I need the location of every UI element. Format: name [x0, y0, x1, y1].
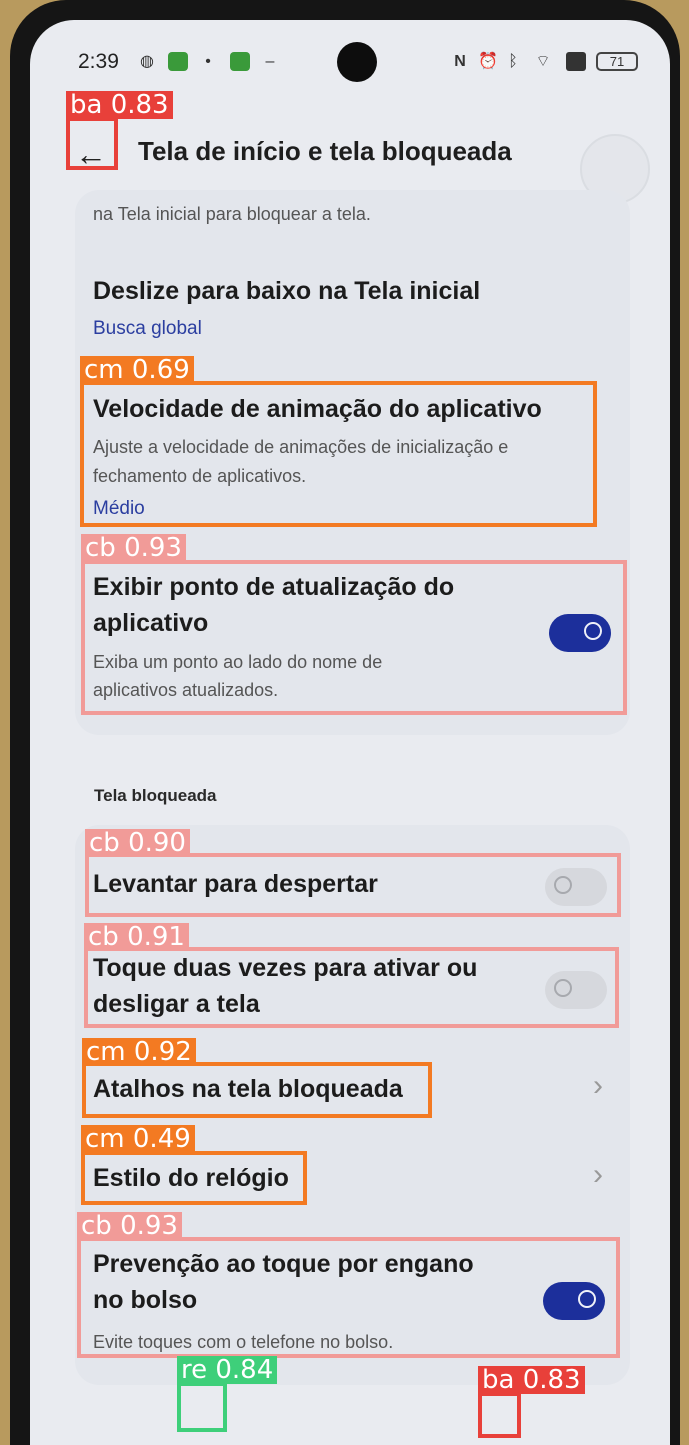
- chevron-right-icon: ›: [593, 1158, 603, 1191]
- back-arrow-icon[interactable]: ←: [68, 134, 114, 174]
- recents-button[interactable]: [180, 1390, 220, 1430]
- dot-icon: •: [205, 53, 211, 70]
- update-dot-desc-2: aplicativos atualizados.: [93, 680, 279, 700]
- clock-style-title: Estilo do relógio: [93, 1164, 289, 1192]
- detection-label: cm 0.49: [81, 1125, 195, 1153]
- alarm-icon: ⏰: [478, 53, 498, 70]
- pocket-mode-title-2: no bolso: [93, 1286, 198, 1314]
- status-time: 2:39: [78, 50, 119, 73]
- animation-speed-title: Velocidade de animação do aplicativo: [93, 395, 542, 423]
- pocket-mode-toggle[interactable]: [543, 1282, 605, 1320]
- clipped-description: na Tela inicial para bloquear a tela.: [93, 204, 371, 224]
- section-title-lock-screen: Tela bloqueada: [94, 786, 217, 805]
- pocket-mode-title-1: Prevenção ao toque por engano: [93, 1250, 474, 1278]
- home-button[interactable]: [330, 1390, 370, 1430]
- chevron-right-icon: ›: [593, 1069, 603, 1102]
- detection-label: cb 0.91: [84, 923, 189, 951]
- battery-level: 71: [609, 54, 625, 69]
- detection-label: cm 0.69: [80, 356, 194, 384]
- detection-label: cm 0.92: [82, 1038, 196, 1066]
- raise-to-wake-toggle[interactable]: [545, 868, 607, 906]
- detection-label: re 0.84: [177, 1356, 278, 1384]
- raise-to-wake-title: Levantar para despertar: [93, 870, 378, 898]
- detection-label: ba 0.83: [478, 1366, 585, 1394]
- animation-speed-value: Médio: [93, 498, 145, 519]
- back-button[interactable]: [480, 1390, 520, 1430]
- pocket-mode-desc: Evite toques com o telefone no bolso.: [93, 1332, 394, 1352]
- battery-icon: 71: [596, 52, 638, 71]
- status-bar: 2:39 ◍ • – N ⏰ ᛒ ⌔ 71: [30, 20, 670, 100]
- update-dot-desc-1: Exiba um ponto ao lado do nome de: [93, 652, 383, 672]
- app-green-icon: [168, 52, 188, 71]
- lock-screen-settings-card: Levantar para despertar Toque duas vezes…: [75, 825, 630, 1385]
- sim-icon: [566, 52, 586, 71]
- front-camera: [337, 42, 377, 82]
- animation-speed-desc-2: fechamento de aplicativos.: [93, 466, 307, 486]
- nfc-icon: N: [454, 53, 466, 70]
- detection-label: cb 0.93: [81, 534, 186, 562]
- app-bar: ← Tela de início e tela bloqueada: [30, 112, 670, 204]
- toggle-knob: [584, 622, 602, 640]
- minus-icon: –: [265, 53, 275, 70]
- toggle-knob: [578, 1290, 596, 1308]
- toggle-knob: [554, 876, 572, 894]
- page-title: Tela de início e tela bloqueada: [138, 136, 512, 166]
- wifi-icon: ⌔: [535, 53, 551, 70]
- detection-label: cb 0.93: [77, 1212, 182, 1240]
- update-dot-title-1: Exibir ponto de atualização do: [93, 573, 455, 601]
- mobile-icon: ◍: [140, 53, 154, 70]
- app-green-icon-2: [230, 52, 250, 71]
- double-tap-toggle[interactable]: [545, 971, 607, 1009]
- detection-label: cb 0.90: [85, 829, 190, 857]
- double-tap-title-1: Toque duas vezes para ativar ou: [93, 954, 478, 982]
- animation-speed-desc-1: Ajuste a velocidade de animações de inic…: [93, 437, 509, 457]
- detection-label: ba 0.83: [66, 91, 173, 119]
- toggle-knob: [554, 979, 572, 997]
- lock-shortcuts-title: Atalhos na tela bloqueada: [93, 1075, 403, 1103]
- update-dot-toggle[interactable]: [549, 614, 611, 652]
- home-screen-settings-card: na Tela inicial para bloquear a tela. De…: [75, 190, 630, 735]
- swipe-down-title: Deslize para baixo na Tela inicial: [93, 277, 481, 305]
- double-tap-title-2: desligar a tela: [93, 990, 260, 1018]
- bluetooth-icon: ᛒ: [508, 53, 518, 70]
- update-dot-title-2: aplicativo: [93, 609, 209, 637]
- swipe-down-value: Busca global: [93, 318, 202, 339]
